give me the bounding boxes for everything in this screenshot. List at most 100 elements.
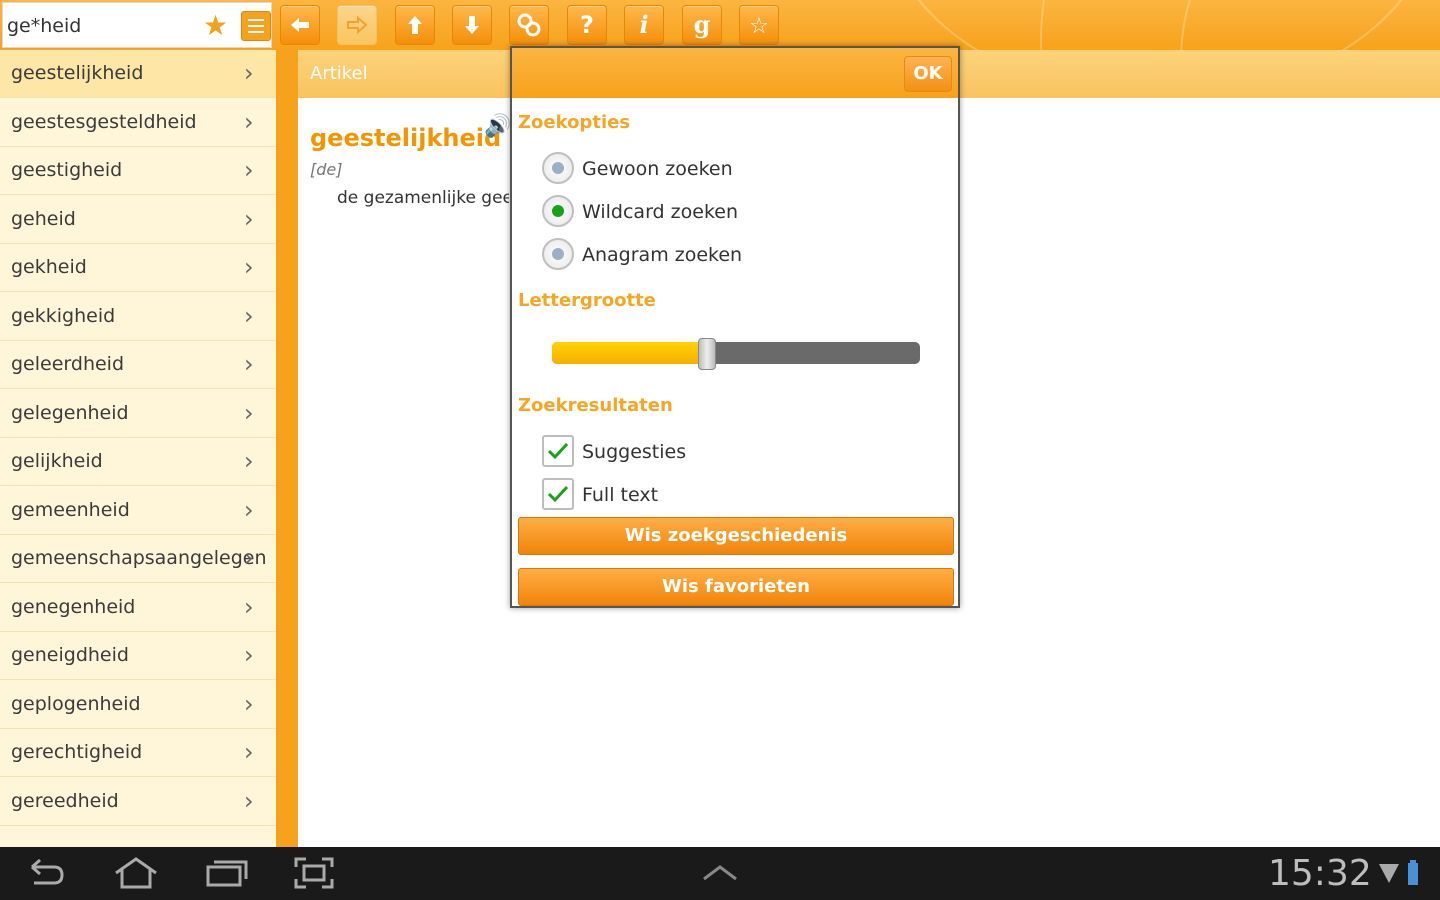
list-item[interactable]: genegenheid › — [0, 584, 276, 632]
list-item[interactable]: gerechtigheid › — [0, 729, 276, 777]
list-item-label: geleerdheid — [11, 353, 125, 375]
chevron-right-icon: › — [244, 592, 254, 621]
back-arrow-icon — [291, 18, 309, 32]
info-button[interactable]: i — [624, 5, 664, 45]
radio-anagram-search[interactable] — [542, 238, 574, 270]
chevron-right-icon: › — [244, 59, 254, 87]
search-results-title: Zoekresultaten — [518, 395, 673, 416]
list-item-label: geestesgesteldheid — [11, 110, 197, 133]
down-arrow-icon — [465, 16, 479, 34]
chevron-right-icon: › — [244, 204, 254, 233]
ok-button[interactable]: OK — [904, 56, 952, 92]
list-item[interactable]: geestigheid › — [0, 147, 276, 195]
home-nav-icon[interactable] — [112, 855, 160, 891]
checkbox-suggestions[interactable] — [542, 435, 574, 467]
google-icon: g — [693, 10, 711, 39]
article-headword: geestelijkheid — [310, 124, 502, 152]
list-item[interactable]: gelijkheid › — [0, 438, 276, 486]
screenshot-icon[interactable] — [292, 855, 336, 891]
help-icon: ? — [580, 11, 594, 39]
chevron-right-icon: › — [244, 350, 254, 378]
settings-dialog: OK Zoekopties Gewoon zoeken Wildcard zoe… — [510, 46, 960, 608]
list-item-label: geplogenheid — [11, 692, 141, 715]
chevron-right-icon: › — [244, 107, 254, 136]
list-item-label: geestigheid — [11, 159, 123, 181]
list-item[interactable]: geestelijkheid › — [0, 50, 276, 98]
chevron-right-icon: › — [244, 253, 254, 281]
search-box: ★ — [2, 2, 272, 48]
search-link-button[interactable] — [509, 5, 549, 45]
radio-dot — [552, 248, 564, 260]
list-item-label: gerechtigheid — [11, 741, 143, 763]
radio-normal-search-label: Gewoon zoeken — [582, 158, 733, 180]
recent-apps-icon[interactable] — [204, 855, 250, 891]
list-item[interactable]: gelegenheid › — [0, 390, 276, 438]
font-size-slider[interactable] — [552, 342, 920, 364]
list-item[interactable]: geplogenheid › — [0, 681, 276, 729]
system-nav-bar: 15:32 — [0, 847, 1440, 900]
search-input[interactable] — [7, 11, 197, 41]
list-item-label: geneigdheid — [11, 644, 129, 666]
list-menu-button[interactable] — [241, 11, 271, 41]
favorites-button[interactable]: ☆ — [739, 5, 779, 45]
chevron-right-icon: › — [244, 156, 254, 184]
list-item[interactable]: gereedheid › — [0, 778, 276, 826]
radio-anagram-search-label: Anagram zoeken — [582, 244, 743, 266]
previous-button[interactable] — [395, 5, 435, 45]
chevron-right-icon: › — [244, 786, 254, 815]
list-item-label: gelegenheid — [11, 401, 129, 424]
next-button[interactable] — [452, 5, 492, 45]
chevron-right-icon: › — [244, 447, 254, 475]
list-item-label: gekheid — [11, 256, 87, 278]
radio-wildcard-search-label: Wildcard zoeken — [582, 201, 738, 223]
list-item[interactable]: gemeenschapsaangelegen › — [0, 535, 276, 583]
word-list: geestelijkheid › geestesgesteldheid › geesti… — [0, 50, 276, 847]
list-item-label: geestelijkheid — [11, 62, 144, 84]
help-button[interactable]: ? — [567, 5, 607, 45]
slider-thumb[interactable] — [697, 338, 716, 370]
radio-normal-search[interactable] — [542, 152, 574, 184]
font-size-title: Lettergrootte — [518, 290, 656, 311]
list-item[interactable]: geleerdheid › — [0, 341, 276, 389]
checkbox-full-text[interactable] — [542, 478, 574, 510]
list-item[interactable]: gemeenheid › — [0, 487, 276, 535]
forward-arrow-icon — [347, 15, 368, 35]
list-item[interactable]: geestesgesteldheid › — [0, 99, 276, 147]
radio-dot — [552, 205, 564, 217]
speaker-icon[interactable]: 🔊 — [484, 114, 511, 139]
slider-fill — [552, 342, 707, 364]
wifi-icon — [1379, 864, 1399, 883]
dialog-header: OK — [512, 48, 958, 98]
list-item[interactable]: gekkigheid › — [0, 293, 276, 341]
forward-button[interactable] — [337, 5, 377, 45]
chevron-right-icon: › — [244, 398, 254, 427]
chevron-up-icon[interactable] — [700, 861, 740, 885]
list-item-label: gemeenheid — [11, 498, 130, 521]
favorite-star-icon[interactable]: ★ — [203, 9, 228, 43]
list-item-label: genegenheid — [11, 595, 136, 618]
list-item-label: gekkigheid — [11, 304, 116, 327]
clock: 15:32 — [1268, 853, 1372, 894]
clear-favorites-button[interactable]: Wis favorieten — [518, 568, 954, 606]
checkbox-suggestions-label: Suggesties — [582, 441, 687, 463]
battery-icon — [1408, 860, 1418, 885]
checkmark-icon — [547, 485, 569, 503]
clear-history-button[interactable]: Wis zoekgeschiedenis — [518, 517, 954, 555]
checkbox-full-text-label: Full text — [582, 484, 659, 506]
search-options-title: Zoekopties — [518, 112, 631, 133]
list-item-label: geheid — [11, 207, 76, 230]
back-nav-icon[interactable] — [24, 855, 68, 891]
list-item[interactable]: gekheid › — [0, 244, 276, 292]
list-item-label: gelijkheid — [11, 450, 103, 472]
google-button[interactable]: g — [682, 5, 722, 45]
back-button[interactable] — [280, 5, 320, 45]
search-link-icon — [517, 13, 541, 37]
background-decoration — [880, 0, 1440, 50]
article-definition: de gezamenlijke gee — [337, 188, 509, 208]
up-arrow-icon — [408, 16, 422, 34]
list-item[interactable]: geheid › — [0, 196, 276, 244]
radio-wildcard-search[interactable] — [542, 195, 574, 227]
list-item[interactable]: geneigdheid › — [0, 632, 276, 680]
list-item-label: gemeenschapsaangelegen — [11, 547, 267, 569]
article-header-title: Artikel — [310, 63, 368, 84]
